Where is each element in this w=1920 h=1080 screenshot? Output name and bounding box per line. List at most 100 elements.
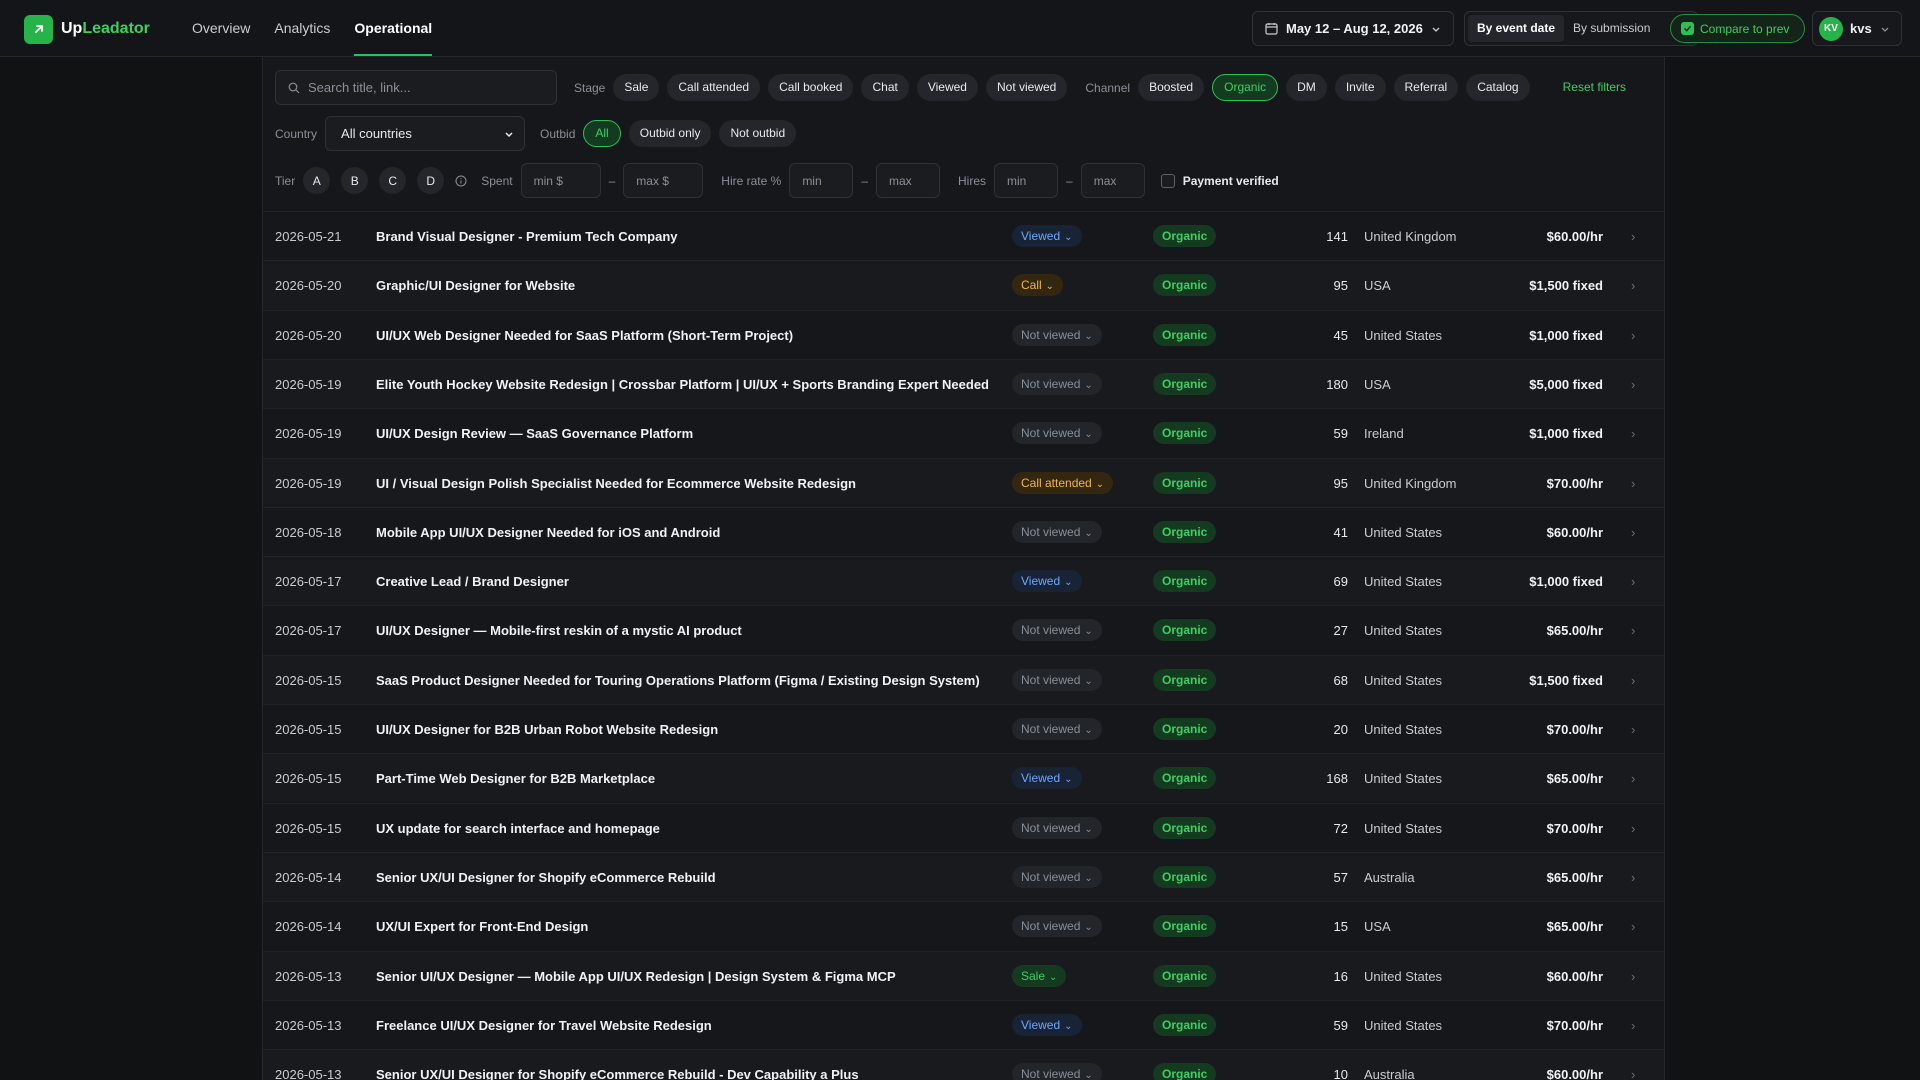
spent-max-input[interactable] [623, 163, 704, 198]
chevron-right-icon[interactable]: › [1631, 705, 1635, 754]
row-title[interactable]: UI/UX Design Review — SaaS Governance Pl… [376, 409, 693, 458]
channel-chip-dm[interactable]: DM [1286, 74, 1327, 101]
by-submission-option[interactable]: By submission [1564, 15, 1659, 42]
search-input[interactable] [308, 80, 538, 95]
row-title[interactable]: SaaS Product Designer Needed for Touring… [376, 656, 980, 705]
table-row[interactable]: 2026-05-15 Part-Time Web Designer for B2B… [263, 753, 1664, 803]
outbid-chip-all[interactable]: All [583, 120, 621, 147]
date-range-picker[interactable]: May 12 – Aug 12, 2026 [1252, 11, 1454, 46]
row-stage-badge[interactable]: Not viewed ⌄ [1012, 668, 1102, 691]
table-row[interactable]: 2026-05-15 UI/UX Designer for B2B Urban R… [263, 704, 1664, 753]
chevron-right-icon[interactable]: › [1631, 853, 1635, 902]
row-stage-badge[interactable]: Not viewed ⌄ [1012, 619, 1102, 642]
row-title[interactable]: UI/UX Designer — Mobile-first reskin of … [376, 606, 742, 655]
stage-chip-chat[interactable]: Chat [861, 74, 909, 101]
country-select[interactable]: All countries [325, 116, 526, 151]
nav-overview[interactable]: Overview [180, 0, 262, 57]
row-title[interactable]: UI / Visual Design Polish Specialist Nee… [376, 459, 856, 508]
row-title[interactable]: Brand Visual Designer - Premium Tech Com… [376, 212, 678, 261]
table-row[interactable]: 2026-05-15 UX update for search interface… [263, 802, 1664, 853]
row-stage-badge[interactable]: Not viewed ⌄ [1012, 323, 1102, 346]
chevron-right-icon[interactable]: › [1631, 1001, 1635, 1050]
row-title[interactable]: UX/UI Expert for Front-End Design [376, 902, 588, 951]
nav-analytics[interactable]: Analytics [262, 0, 342, 57]
channel-chip-invite[interactable]: Invite [1334, 74, 1386, 101]
chevron-right-icon[interactable]: › [1631, 952, 1635, 1001]
outbid-chip-outbid-only[interactable]: Outbid only [628, 120, 712, 147]
hire-rate-min-input[interactable] [789, 163, 854, 198]
spent-min-input[interactable] [520, 163, 601, 198]
channel-chip-organic[interactable]: Organic [1212, 74, 1279, 101]
row-title[interactable]: Mobile App UI/UX Designer Needed for iOS… [376, 508, 720, 557]
table-row[interactable]: 2026-05-13 Senior UX/UI Designer for Shop… [263, 1049, 1664, 1080]
reset-filters-link[interactable]: Reset filters [1563, 70, 1626, 105]
row-title[interactable]: Part-Time Web Designer for B2B Marketpla… [376, 754, 655, 803]
tier-chip-b[interactable]: B [341, 167, 369, 194]
row-stage-badge[interactable]: Not viewed ⌄ [1012, 816, 1102, 839]
table-row[interactable]: 2026-05-20 UI/UX Web Designer Needed for … [263, 309, 1664, 360]
table-row[interactable]: 2026-05-18 Mobile App UI/UX Designer Need… [263, 506, 1664, 557]
table-row[interactable]: 2026-05-19 Elite Youth Hockey Website Red… [263, 358, 1664, 408]
table-row[interactable]: 2026-05-13 Freelance UI/UX Designer for T… [263, 999, 1664, 1050]
row-title[interactable]: UI/UX Web Designer Needed for SaaS Platf… [376, 311, 793, 360]
chevron-right-icon[interactable]: › [1631, 212, 1635, 261]
row-stage-badge[interactable]: Viewed ⌄ [1012, 767, 1082, 790]
compare-to-prev-toggle[interactable]: Compare to prev [1670, 14, 1805, 43]
hires-min-input[interactable] [994, 163, 1059, 198]
table-row[interactable]: 2026-05-21 Brand Visual Designer - Premiu… [263, 211, 1664, 260]
stage-chip-call-attended[interactable]: Call attended [667, 74, 761, 101]
tier-chip-c[interactable]: C [379, 167, 407, 194]
row-stage-badge[interactable]: Not viewed ⌄ [1012, 372, 1102, 395]
tier-chip-a[interactable]: A [303, 167, 331, 194]
tier-chip-d[interactable]: D [417, 167, 445, 194]
chevron-right-icon[interactable]: › [1631, 459, 1635, 508]
stage-chip-not-viewed[interactable]: Not viewed [985, 74, 1068, 101]
chevron-right-icon[interactable]: › [1631, 902, 1635, 951]
chevron-right-icon[interactable]: › [1631, 754, 1635, 803]
chevron-right-icon[interactable]: › [1631, 1050, 1635, 1080]
stage-chip-call-booked[interactable]: Call booked [768, 74, 854, 101]
row-title[interactable]: UI/UX Designer for B2B Urban Robot Websi… [376, 705, 718, 754]
table-row[interactable]: 2026-05-17 UI/UX Designer — Mobile-first … [263, 605, 1664, 654]
row-stage-badge[interactable]: Viewed ⌄ [1012, 225, 1082, 247]
row-title[interactable]: Senior UX/UI Designer for Shopify eComme… [376, 853, 716, 902]
info-icon[interactable] [455, 175, 467, 187]
row-title[interactable]: Senior UX/UI Designer for Shopify eComme… [376, 1050, 859, 1080]
row-title[interactable]: Graphic/UI Designer for Website [376, 261, 575, 310]
channel-chip-referral[interactable]: Referral [1393, 74, 1459, 101]
table-row[interactable]: 2026-05-13 Senior UI/UX Designer — Mobile… [263, 950, 1664, 1001]
chevron-right-icon[interactable]: › [1631, 508, 1635, 557]
channel-chip-catalog[interactable]: Catalog [1466, 74, 1530, 101]
payment-verified-checkbox[interactable] [1160, 173, 1175, 188]
channel-chip-boosted[interactable]: Boosted [1138, 74, 1205, 101]
row-stage-badge[interactable]: Not viewed ⌄ [1012, 520, 1102, 543]
table-row[interactable]: 2026-05-19 UI / Visual Design Polish Spec… [263, 457, 1664, 508]
hire-rate-max-input[interactable] [876, 163, 940, 198]
row-stage-badge[interactable]: Not viewed ⌄ [1012, 1063, 1102, 1080]
outbid-chip-not-outbid[interactable]: Not outbid [719, 120, 797, 147]
table-row[interactable]: 2026-05-17 Creative Lead / Brand Designer… [263, 556, 1664, 606]
row-stage-badge[interactable]: Call ⌄ [1012, 274, 1064, 297]
table-row[interactable]: 2026-05-15 SaaS Product Designer Needed f… [263, 654, 1664, 705]
row-stage-badge[interactable]: Call attended ⌄ [1012, 471, 1114, 494]
row-stage-badge[interactable]: Viewed ⌄ [1012, 1013, 1082, 1036]
row-stage-badge[interactable]: Not viewed ⌄ [1012, 718, 1102, 740]
chevron-right-icon[interactable]: › [1631, 606, 1635, 655]
chevron-right-icon[interactable]: › [1631, 656, 1635, 705]
app-logo[interactable]: UpLeadator [24, 14, 150, 44]
row-stage-badge[interactable]: Not viewed ⌄ [1012, 915, 1102, 938]
table-row[interactable]: 2026-05-14 UX/UI Expert for Front-End Des… [263, 901, 1664, 950]
row-title[interactable]: Senior UI/UX Designer — Mobile App UI/UX… [376, 952, 896, 1001]
chevron-right-icon[interactable]: › [1631, 557, 1635, 606]
row-stage-badge[interactable]: Sale ⌄ [1012, 964, 1067, 987]
chevron-right-icon[interactable]: › [1631, 409, 1635, 458]
nav-operational[interactable]: Operational [342, 0, 444, 57]
row-stage-badge[interactable]: Not viewed ⌄ [1012, 865, 1102, 888]
chevron-right-icon[interactable]: › [1631, 804, 1635, 853]
by-event-date-option[interactable]: By event date [1468, 15, 1565, 42]
row-title[interactable]: Creative Lead / Brand Designer [376, 557, 569, 606]
chevron-right-icon[interactable]: › [1631, 261, 1635, 310]
row-stage-badge[interactable]: Viewed ⌄ [1012, 570, 1082, 593]
user-menu[interactable]: KV kvs [1812, 11, 1902, 46]
chevron-right-icon[interactable]: › [1631, 311, 1635, 360]
